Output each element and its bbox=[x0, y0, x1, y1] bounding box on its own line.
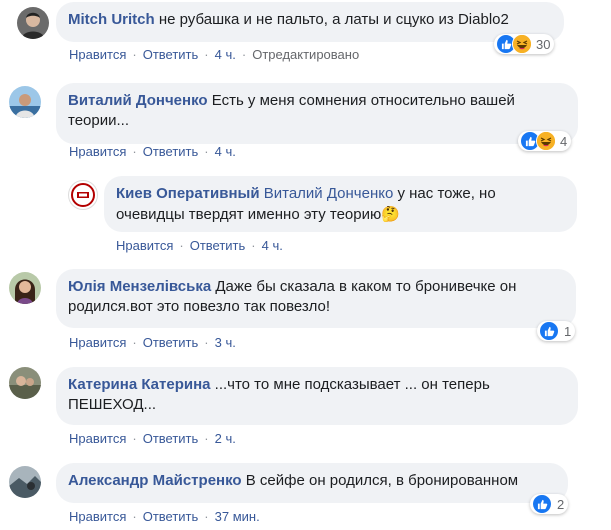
reply-link[interactable]: Ответить bbox=[143, 431, 199, 446]
like-link[interactable]: Нравится bbox=[69, 144, 126, 159]
comment-actions: Нравится · Ответить · 4 ч. bbox=[69, 144, 236, 159]
reply-link[interactable]: Ответить bbox=[143, 144, 199, 159]
like-link[interactable]: Нравится bbox=[69, 47, 126, 62]
like-link[interactable]: Нравится bbox=[69, 335, 126, 350]
avatar[interactable] bbox=[9, 272, 41, 304]
mention-link[interactable]: Виталий Донченко bbox=[264, 185, 394, 202]
comment-actions: Нравится · Ответить · 2 ч. bbox=[69, 431, 236, 446]
comment-actions: Нравится · Ответить · 4 ч. bbox=[116, 238, 283, 253]
comment-bubble: Киев Оперативный Виталий Донченко у нас … bbox=[104, 176, 577, 232]
like-icon bbox=[532, 494, 552, 514]
comment-actions: Нравится · Ответить · 3 ч. bbox=[69, 335, 236, 350]
timestamp[interactable]: 37 мин. bbox=[215, 509, 260, 524]
reaction-count: 2 bbox=[557, 496, 565, 512]
timestamp[interactable]: 3 ч. bbox=[215, 335, 236, 350]
reply-link[interactable]: Ответить bbox=[143, 509, 199, 524]
comment-bubble: Mitch Uritch не рубашка и не пальто, а л… bbox=[56, 2, 564, 42]
timestamp[interactable]: 4 ч. bbox=[262, 238, 283, 253]
comment-bubble: Александр Майстренко В сейфе он родился,… bbox=[56, 463, 568, 503]
like-icon bbox=[539, 321, 559, 341]
reaction-summary[interactable]: 4 bbox=[518, 131, 572, 151]
avatar[interactable] bbox=[17, 7, 49, 39]
comment-actions: Нравится · Ответить · 4 ч. · Отредактировано bbox=[69, 47, 360, 62]
avatar[interactable] bbox=[9, 466, 41, 498]
reaction-summary[interactable]: 1 bbox=[537, 321, 576, 341]
reaction-summary[interactable]: 30 bbox=[494, 34, 555, 54]
edited-label[interactable]: Отредактировано bbox=[252, 47, 359, 62]
comment-bubble: Катерина Катерина ...что то мне подсказы… bbox=[56, 367, 578, 425]
avatar[interactable] bbox=[9, 367, 41, 399]
thinking-emoji: 🤔 bbox=[381, 205, 400, 223]
like-link[interactable]: Нравится bbox=[69, 509, 126, 524]
comment-text: не рубашка и не пальто, а латы и сцуко и… bbox=[158, 11, 509, 28]
reaction-count: 4 bbox=[560, 133, 568, 149]
comment-author[interactable]: Киев Оперативный bbox=[116, 185, 260, 202]
page-logo-avatar[interactable] bbox=[68, 180, 98, 210]
comment-author[interactable]: Катерина Катерина bbox=[68, 376, 210, 393]
comment-bubble: Виталий Донченко Есть у меня сомнения от… bbox=[56, 83, 578, 144]
comment-author[interactable]: Mitch Uritch bbox=[68, 11, 155, 28]
timestamp[interactable]: 2 ч. bbox=[215, 431, 236, 446]
reaction-count: 30 bbox=[536, 36, 551, 52]
avatar[interactable] bbox=[9, 86, 41, 118]
like-link[interactable]: Нравится bbox=[116, 238, 173, 253]
comment-bubble: Юлія Мензелівська Даже бы сказала в како… bbox=[56, 269, 576, 328]
timestamp[interactable]: 4 ч. bbox=[215, 47, 236, 62]
comment-author[interactable]: Александр Майстренко bbox=[68, 472, 242, 489]
reply-link[interactable]: Ответить bbox=[143, 47, 199, 62]
reaction-count: 1 bbox=[564, 323, 572, 339]
comment-author[interactable]: Юлія Мензелівська bbox=[68, 278, 211, 295]
haha-icon bbox=[536, 131, 556, 151]
timestamp[interactable]: 4 ч. bbox=[215, 144, 236, 159]
reaction-summary[interactable]: 2 bbox=[530, 494, 569, 514]
reply-link[interactable]: Ответить bbox=[143, 335, 199, 350]
reply-link[interactable]: Ответить bbox=[190, 238, 246, 253]
comment-author[interactable]: Виталий Донченко bbox=[68, 92, 208, 109]
like-link[interactable]: Нравится bbox=[69, 431, 126, 446]
comment-text: В сейфе он родился, в бронированном bbox=[245, 472, 519, 489]
comment-actions: Нравится · Ответить · 37 мин. bbox=[69, 509, 260, 524]
haha-icon bbox=[512, 34, 532, 54]
